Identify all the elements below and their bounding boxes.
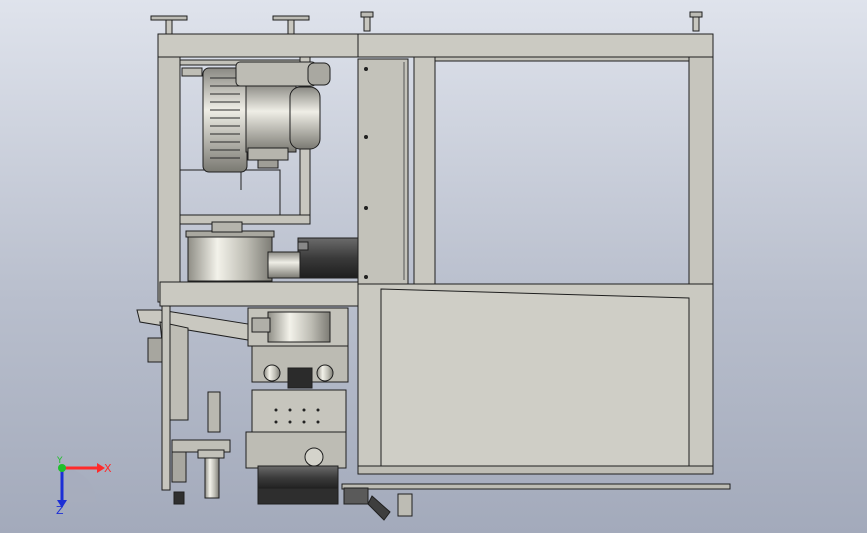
axis-triad: X Y Z <box>56 456 112 517</box>
bottom-rail <box>341 483 731 490</box>
mid-beam <box>159 281 359 307</box>
machine-drawing: X Y Z <box>56 11 731 521</box>
left-lower-post <box>161 305 171 491</box>
left-top-beam <box>157 33 359 58</box>
cabinet-door <box>380 288 690 467</box>
axis-z-label: Z <box>56 504 64 517</box>
top-beam <box>357 33 714 58</box>
axis-x-label: X <box>104 462 112 475</box>
leveling-foot-1 <box>150 15 188 37</box>
center-post <box>413 56 436 290</box>
cad-viewport[interactable]: X Y Z <box>0 0 867 533</box>
leveling-foot-3 <box>360 11 374 32</box>
feed-chute <box>136 309 249 341</box>
right-frame-inner-top <box>413 56 690 62</box>
center-mechanism <box>245 307 349 505</box>
left-post-outer <box>157 56 181 303</box>
leveling-foot-2 <box>272 15 310 37</box>
blower-motor <box>202 61 331 190</box>
motor-platform <box>179 214 311 225</box>
servo-motor <box>267 237 359 279</box>
leveling-foot-4 <box>689 11 703 32</box>
guard-panel <box>357 58 409 286</box>
axis-y-label: Y <box>56 456 63 466</box>
drum <box>185 221 275 282</box>
